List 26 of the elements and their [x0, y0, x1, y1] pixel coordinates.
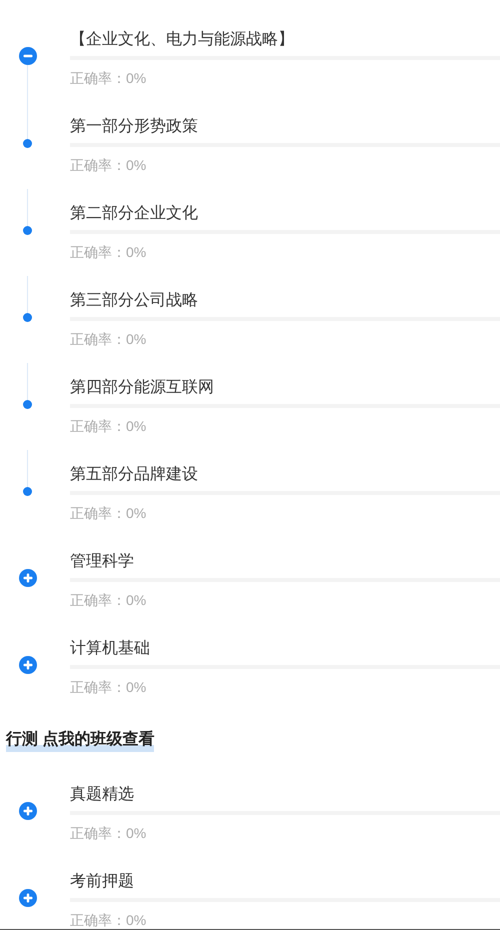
chapter-title[interactable]: 第四部分能源互联网	[70, 376, 500, 400]
accuracy-text: 正确率：0%	[70, 678, 148, 697]
expand-icon[interactable]	[19, 802, 37, 820]
section-title[interactable]: 行测 点我的班级查看	[6, 728, 154, 752]
accuracy-text: 正确率：0%	[70, 156, 148, 175]
accuracy-text: 正确率：0%	[70, 330, 148, 349]
chapter-title[interactable]: 计算机基础	[70, 637, 500, 661]
accuracy-text: 正确率：0%	[70, 824, 148, 843]
expand-icon[interactable]	[19, 569, 37, 587]
accuracy-text: 正确率：0%	[70, 911, 148, 929]
chapter-title[interactable]: 考前押题	[70, 870, 500, 894]
chapter-title[interactable]: 第一部分形势政策	[70, 115, 500, 139]
chapter-title[interactable]: 管理科学	[70, 550, 500, 574]
accuracy-text: 正确率：0%	[70, 69, 148, 88]
chapter-title[interactable]: 真题精选	[70, 783, 500, 807]
accuracy-text: 正确率：0%	[70, 504, 148, 523]
chapter-title[interactable]: 第五部分品牌建设	[70, 463, 500, 487]
accuracy-text: 正确率：0%	[70, 417, 148, 436]
accuracy-text: 正确率：0%	[70, 243, 148, 262]
expand-icon[interactable]	[19, 889, 37, 907]
accuracy-text: 正确率：0%	[70, 591, 148, 610]
chapter-title[interactable]: 第三部分公司战略	[70, 289, 500, 313]
collapse-icon[interactable]	[19, 47, 37, 65]
expand-icon[interactable]	[19, 656, 37, 674]
chapter-title[interactable]: 【企业文化、电力与能源战略】	[70, 28, 500, 52]
chapter-title[interactable]: 第二部分企业文化	[70, 202, 500, 226]
